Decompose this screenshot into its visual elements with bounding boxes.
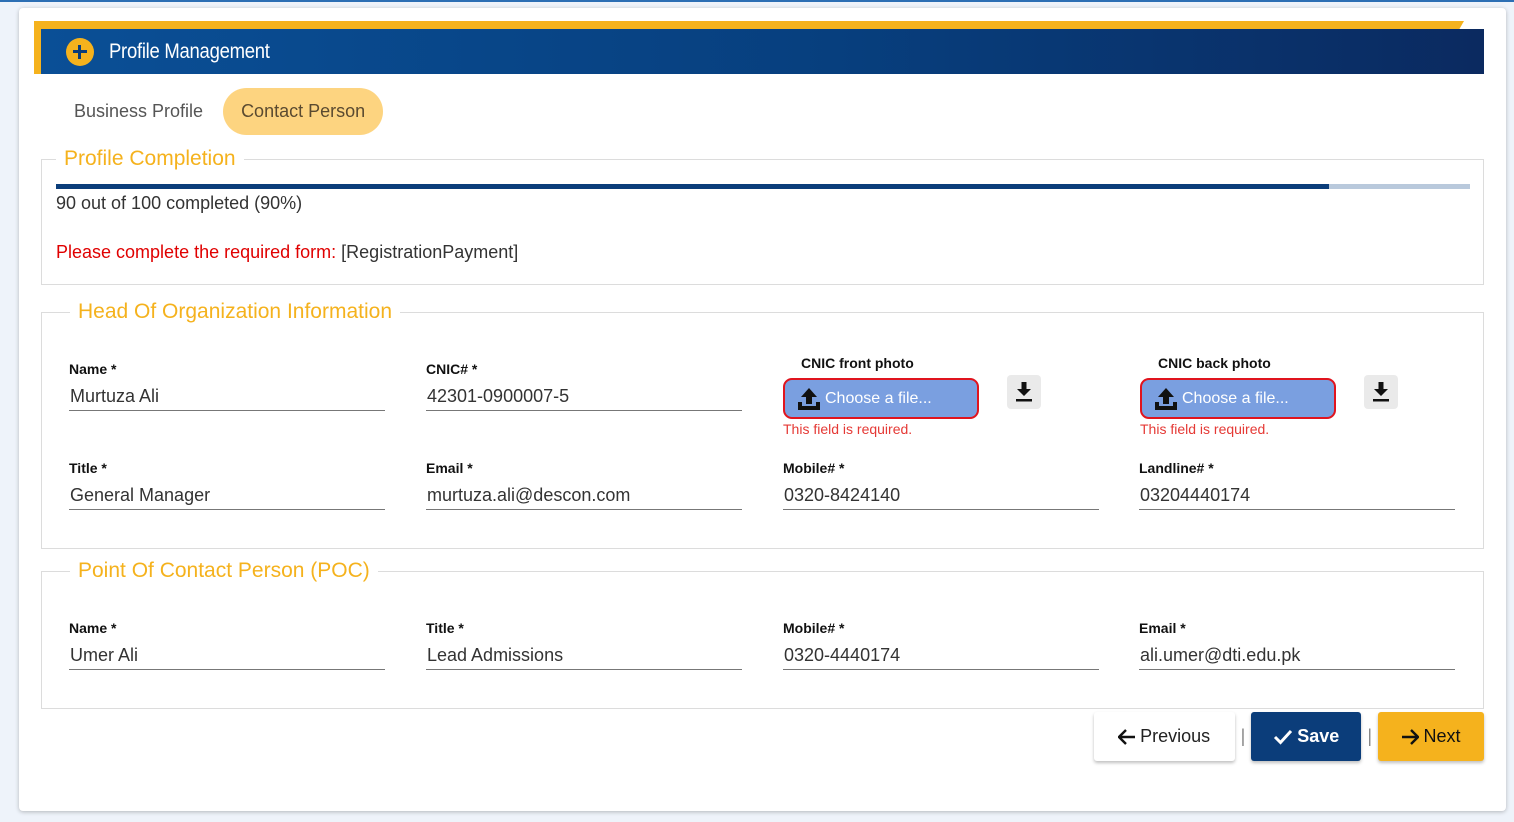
completion-progress-bar bbox=[56, 184, 1470, 189]
poc-email-input[interactable]: ali.umer@dti.edu.pk bbox=[1139, 640, 1455, 670]
hoo-title-input[interactable]: General Manager bbox=[69, 480, 385, 510]
field-label: Landline# * bbox=[1139, 460, 1214, 476]
separator: | bbox=[1240, 726, 1246, 746]
field-label: CNIC# * bbox=[426, 361, 478, 377]
poc-name-field: Name * Umer Ali bbox=[69, 620, 385, 670]
poc-title-field: Title * Lead Admissions bbox=[426, 620, 742, 670]
check-icon bbox=[1274, 729, 1293, 745]
field-label: Email * bbox=[426, 460, 473, 476]
warning-label: Please complete the required form: bbox=[56, 242, 337, 262]
cnic-back-upload: CNIC back photo Choose a file... This fi… bbox=[1140, 355, 1336, 437]
head-of-organization-section: Head Of Organization Information Name * … bbox=[41, 299, 1484, 549]
point-of-contact-section: Point Of Contact Person (POC) Name * Ume… bbox=[41, 558, 1484, 709]
field-label: Mobile# * bbox=[783, 620, 845, 636]
hoo-mobile-field: Mobile# * 0320-8424140 bbox=[783, 460, 1099, 510]
poc-name-input[interactable]: Umer Ali bbox=[69, 640, 385, 670]
field-label: CNIC back photo bbox=[1158, 355, 1271, 371]
next-button[interactable]: Next bbox=[1378, 712, 1484, 761]
upload-icon bbox=[798, 387, 820, 410]
field-label: Title * bbox=[426, 620, 464, 636]
upload-icon bbox=[1155, 387, 1177, 410]
hoo-landline-field: Landline# * 03204440174 bbox=[1139, 460, 1455, 510]
separator: | bbox=[1367, 726, 1372, 746]
hoo-landline-input[interactable]: 03204440174 bbox=[1139, 480, 1455, 510]
tab-contact-person[interactable]: Contact Person bbox=[223, 88, 384, 135]
field-label: Name * bbox=[69, 361, 117, 377]
page-title: Profile Management bbox=[109, 39, 270, 63]
download-icon[interactable] bbox=[1364, 375, 1398, 409]
arrow-right-icon bbox=[1402, 728, 1420, 745]
plus-circle-icon[interactable] bbox=[66, 37, 94, 66]
previous-button[interactable]: Previous bbox=[1093, 712, 1235, 761]
hoo-cnic-input[interactable]: 42301-0900007-5 bbox=[426, 381, 742, 411]
section-legend: Profile Completion bbox=[56, 146, 244, 172]
hoo-mobile-input[interactable]: 0320-8424140 bbox=[783, 480, 1099, 510]
choose-file-label: Choose a file... bbox=[825, 389, 932, 407]
field-label: Mobile# * bbox=[783, 460, 845, 476]
save-button[interactable]: Save bbox=[1251, 712, 1362, 761]
poc-mobile-field: Mobile# * 0320-4440174 bbox=[783, 620, 1099, 670]
cnic-front-choose-file-button[interactable]: Choose a file... bbox=[783, 378, 979, 419]
poc-mobile-input[interactable]: 0320-4440174 bbox=[783, 640, 1099, 670]
cnic-front-upload: CNIC front photo Choose a file... This f… bbox=[783, 355, 979, 437]
field-error: This field is required. bbox=[783, 421, 913, 437]
progress-text: 90 out of 100 completed (90%) bbox=[56, 193, 303, 213]
top-border bbox=[0, 0, 1514, 2]
tab-business-profile[interactable]: Business Profile bbox=[56, 88, 221, 135]
hoo-title-field: Title * General Manager bbox=[69, 460, 385, 510]
field-error: This field is required. bbox=[1140, 421, 1270, 437]
hoo-email-field: Email * murtuza.ali@descon.com bbox=[426, 460, 742, 510]
hoo-name-input[interactable]: Murtuza Ali bbox=[69, 381, 385, 411]
tab-bar: Business Profile Contact Person bbox=[56, 88, 384, 135]
field-label: Email * bbox=[1139, 620, 1186, 636]
field-label: Title * bbox=[69, 460, 107, 476]
field-label: Name * bbox=[69, 620, 117, 636]
choose-file-label: Choose a file... bbox=[1182, 389, 1289, 407]
warning-form-name: [RegistrationPayment] bbox=[341, 242, 519, 262]
arrow-left-icon bbox=[1118, 728, 1136, 745]
poc-title-input[interactable]: Lead Admissions bbox=[426, 640, 742, 670]
poc-email-field: Email * ali.umer@dti.edu.pk bbox=[1139, 620, 1455, 670]
section-legend: Point Of Contact Person (POC) bbox=[70, 558, 378, 584]
cnic-back-choose-file-button[interactable]: Choose a file... bbox=[1140, 378, 1336, 419]
hoo-email-input[interactable]: murtuza.ali@descon.com bbox=[426, 480, 742, 510]
profile-completion-section: Profile Completion 90 out of 100 complet… bbox=[41, 146, 1484, 285]
hoo-cnic-field: CNIC# * 42301-0900007-5 bbox=[426, 361, 742, 411]
required-form-warning: Please complete the required form: [Regi… bbox=[56, 242, 518, 263]
field-label: CNIC front photo bbox=[801, 355, 914, 371]
form-actions: Previous | Save | Next bbox=[1093, 712, 1484, 761]
download-icon[interactable] bbox=[1007, 375, 1041, 409]
page-header: Profile Management bbox=[34, 29, 1484, 74]
progress-fill bbox=[56, 184, 1329, 189]
previous-label: Previous bbox=[1140, 726, 1211, 746]
hoo-name-field: Name * Murtuza Ali bbox=[69, 361, 385, 411]
next-label: Next bbox=[1423, 726, 1461, 746]
section-legend: Head Of Organization Information bbox=[70, 299, 400, 325]
save-label: Save bbox=[1297, 726, 1340, 746]
